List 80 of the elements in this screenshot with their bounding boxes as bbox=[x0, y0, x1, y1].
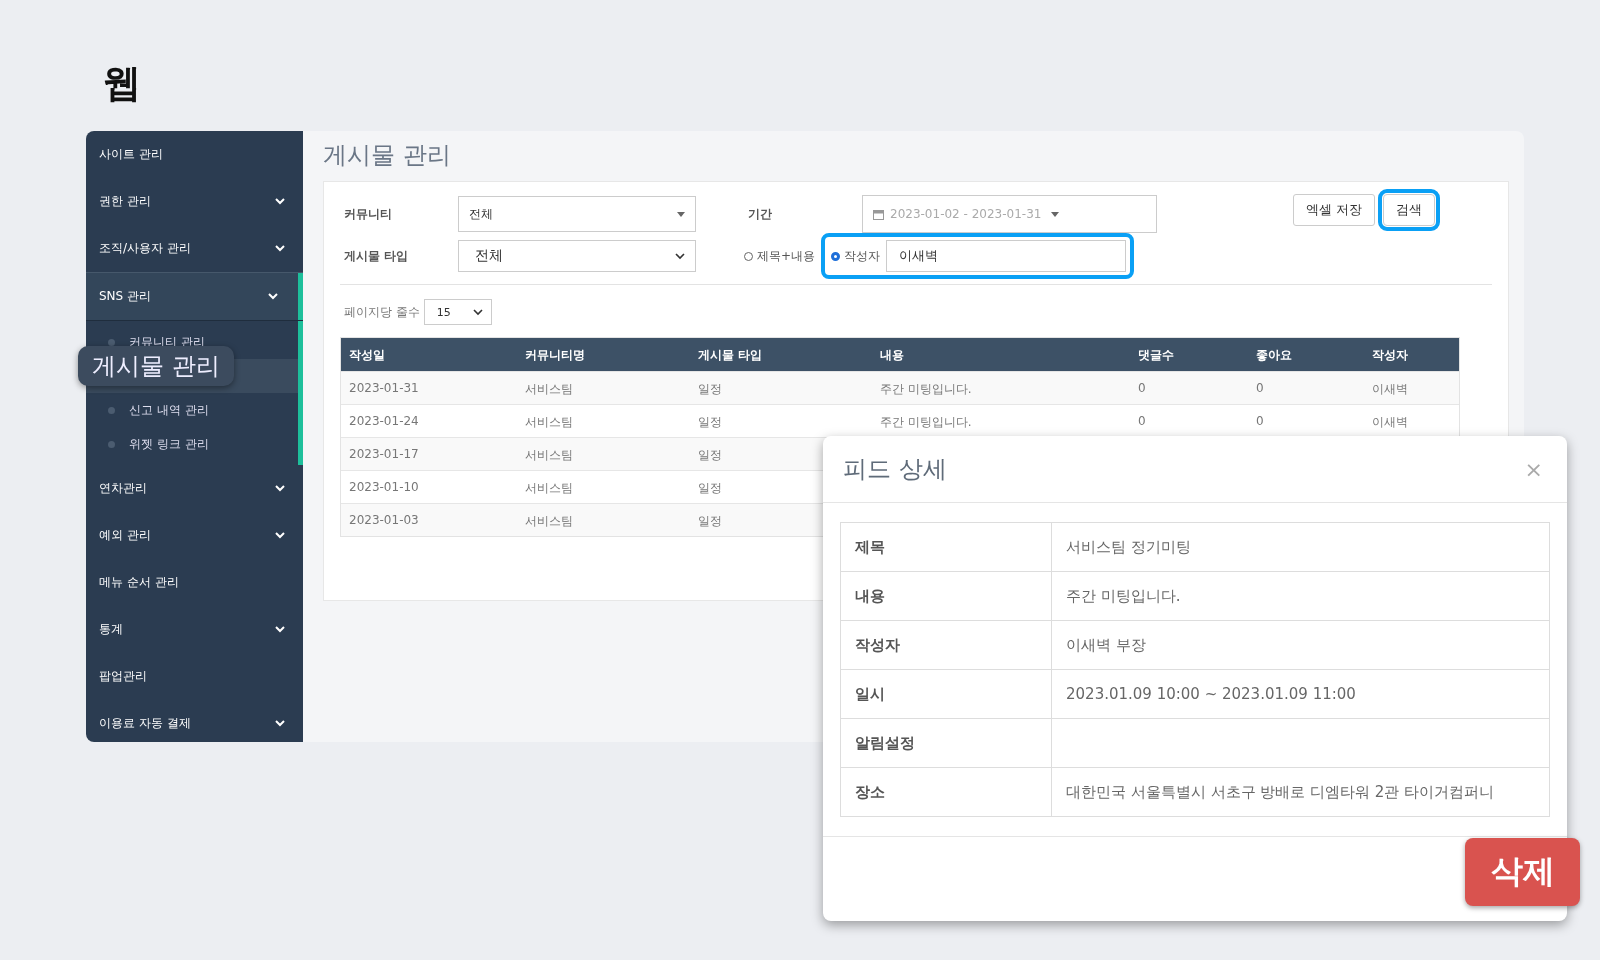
detail-value: 대한민국 서울특별시 서초구 방배로 디엠타워 2관 타이거컴퍼니 bbox=[1051, 767, 1550, 817]
detail-label: 제목 bbox=[840, 522, 1052, 572]
detail-label: 알림설정 bbox=[840, 718, 1052, 768]
section-title: 게시물 관리 bbox=[323, 140, 452, 171]
callout-tooltip: 게시물 관리 bbox=[78, 346, 234, 386]
menu-item[interactable]: 사이트 관리 bbox=[86, 131, 303, 178]
table-cell: 이새벽 bbox=[1372, 414, 1408, 431]
table-cell: 2023-01-03 bbox=[349, 513, 419, 527]
chevron-icon bbox=[675, 252, 685, 260]
filter-label: 게시물 타입 bbox=[343, 247, 410, 265]
chevron-icon bbox=[268, 293, 278, 300]
menu-item[interactable]: 이용료 자동 결제 bbox=[86, 700, 303, 742]
detail-value: 이새벽 부장 bbox=[1051, 620, 1550, 670]
table-cell: 일정 bbox=[698, 381, 722, 398]
calendar-icon bbox=[873, 208, 884, 220]
column-header: 커뮤니티명 bbox=[525, 347, 585, 364]
chevron-icon bbox=[472, 308, 483, 316]
table-cell: 2023-01-17 bbox=[349, 447, 419, 461]
submenu-item[interactable]: 위젯 링크 관리 bbox=[86, 427, 303, 461]
table-cell: 주간 미팅입니다. bbox=[880, 414, 972, 431]
table-cell: 일정 bbox=[698, 447, 722, 464]
submenu-item[interactable]: 신고 내역 관리 bbox=[86, 393, 303, 427]
table-cell: 0 bbox=[1256, 381, 1264, 395]
menu-item[interactable]: 팝업관리 bbox=[86, 653, 303, 700]
radio-option[interactable]: 작성자 bbox=[831, 247, 881, 265]
detail-value: 주간 미팅입니다. bbox=[1051, 571, 1550, 621]
table-cell: 서비스팀 bbox=[525, 513, 573, 530]
filter-label: 커뮤니티 bbox=[343, 205, 393, 223]
table-cell: 서비스팀 bbox=[525, 480, 573, 497]
table-cell: 2023-01-24 bbox=[349, 414, 419, 428]
column-header: 댓글수 bbox=[1138, 347, 1174, 364]
column-header: 작성자 bbox=[1372, 347, 1408, 364]
table-cell: 2023-01-31 bbox=[349, 381, 419, 395]
table-cell: 일정 bbox=[698, 414, 722, 431]
chevron-icon bbox=[275, 485, 285, 492]
author-input[interactable]: 이새벽 bbox=[886, 240, 1127, 272]
column-header: 내용 bbox=[880, 347, 904, 364]
table-cell: 이새벽 bbox=[1372, 381, 1408, 398]
menu-item[interactable]: 연차관리 bbox=[86, 465, 303, 512]
action-button[interactable]: 엑셀 저장 bbox=[1293, 194, 1376, 226]
page-size-label: 페이지당 줄수 bbox=[344, 303, 420, 321]
chevron-icon bbox=[275, 245, 285, 252]
table-cell: 2023-01-10 bbox=[349, 480, 419, 494]
modal-title: 피드 상세 bbox=[843, 454, 947, 485]
table-cell: 일정 bbox=[698, 480, 722, 497]
table-cell: 일정 bbox=[698, 513, 722, 530]
page-size-select[interactable]: 15 bbox=[423, 299, 492, 325]
chevron-icon bbox=[275, 720, 285, 727]
detail-label: 장소 bbox=[840, 767, 1052, 817]
menu-item[interactable]: 예외 관리 bbox=[86, 512, 303, 559]
radio-option[interactable]: 제목+내용 bbox=[744, 247, 816, 265]
table-cell: 0 bbox=[1138, 414, 1146, 428]
chevron-icon bbox=[275, 198, 285, 205]
detail-label: 일시 bbox=[840, 669, 1052, 719]
table-cell: 0 bbox=[1138, 381, 1146, 395]
menu-item[interactable]: 권한 관리 bbox=[86, 178, 303, 225]
table-cell: 0 bbox=[1256, 414, 1264, 428]
menu-item[interactable]: 메뉴 순서 관리 bbox=[86, 559, 303, 606]
table-cell: 주간 미팅입니다. bbox=[880, 381, 972, 398]
table-row[interactable]: 2023-01-31 서비스팀 일정 주간 미팅입니다. 0 0 이새벽 bbox=[341, 371, 1459, 404]
table-cell: 서비스팀 bbox=[525, 381, 573, 398]
column-header: 게시물 타입 bbox=[698, 347, 763, 364]
delete-button[interactable]: 삭제 bbox=[1465, 838, 1580, 906]
post-type-select[interactable]: 전체 bbox=[458, 240, 696, 272]
table-cell: 서비스팀 bbox=[525, 447, 573, 464]
community-select[interactable]: 전체 bbox=[458, 196, 696, 232]
menu-item[interactable]: 통계 bbox=[86, 606, 303, 653]
table-cell: 서비스팀 bbox=[525, 414, 573, 431]
filter-label: 기간 bbox=[747, 205, 773, 223]
detail-value: 2023.01.09 10:00 ~ 2023.01.09 11:00 bbox=[1051, 669, 1550, 719]
chevron-icon bbox=[275, 626, 285, 633]
chevron-icon bbox=[275, 532, 285, 539]
detail-label: 작성자 bbox=[840, 620, 1052, 670]
menu-item[interactable]: 조직/사용자 관리 bbox=[86, 225, 303, 272]
detail-label: 내용 bbox=[840, 571, 1052, 621]
page-title: 웹 bbox=[103, 60, 141, 107]
column-header: 작성일 bbox=[349, 347, 385, 364]
menu-item[interactable]: SNS 관리 bbox=[86, 272, 303, 321]
detail-value: 서비스팀 정기미팅 bbox=[1051, 522, 1550, 572]
column-header: 좋아요 bbox=[1256, 347, 1292, 364]
